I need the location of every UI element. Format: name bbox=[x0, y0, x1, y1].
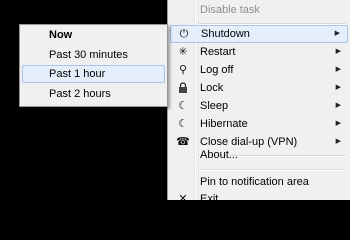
menu-item-label: Log off bbox=[200, 64, 234, 76]
restart-icon: ✳ bbox=[178, 46, 188, 58]
submenu-item-now[interactable]: Now bbox=[22, 26, 165, 44]
close-icon: ✕ bbox=[178, 193, 188, 205]
menu-separator bbox=[198, 169, 346, 171]
menu-separator bbox=[198, 23, 346, 25]
submenu-arrow-icon: ▶ bbox=[335, 84, 341, 91]
submenu-item-label: Past 1 hour bbox=[49, 68, 106, 80]
menu-item-label: Hibernate bbox=[200, 118, 248, 130]
menu-item-label: Pin to notification area bbox=[200, 176, 309, 188]
moon-icon: ☾ bbox=[178, 118, 188, 130]
menu-item-label: Exit bbox=[200, 193, 219, 205]
submenu-arrow-icon: ▶ bbox=[335, 120, 341, 127]
menu-item-hibernate[interactable]: ☾ Hibernate ▶ bbox=[170, 115, 348, 133]
moon-icon: ☾ bbox=[178, 100, 188, 112]
submenu-item-label: Now bbox=[49, 29, 73, 41]
key-icon: ⚲ bbox=[178, 64, 188, 76]
menu-item-log-off[interactable]: ⚲ Log off ▶ bbox=[170, 61, 348, 79]
submenu-arrow-icon: ▶ bbox=[335, 48, 341, 55]
menu-item-exit[interactable]: ✕ Exit bbox=[170, 190, 348, 208]
menu-item-label: Sleep bbox=[200, 100, 229, 112]
menu-item-about[interactable]: About... bbox=[170, 146, 348, 164]
submenu-item-past-2-hours[interactable]: Past 2 hours bbox=[22, 85, 165, 103]
submenu-item-label: Past 2 hours bbox=[49, 88, 111, 100]
submenu-arrow-icon: ▶ bbox=[335, 66, 341, 73]
menu-item-label: Shutdown bbox=[201, 28, 250, 40]
menu-item-label: Lock bbox=[200, 82, 224, 94]
menu-item-restart[interactable]: ✳ Restart ▶ bbox=[170, 43, 348, 61]
context-menu: Disable task ⏻ Shutdown ▶ ✳ Restart ▶ ⚲ … bbox=[167, 0, 350, 205]
power-icon: ⏻ bbox=[179, 28, 189, 40]
menu-item-disable-task: Disable task bbox=[170, 1, 348, 19]
menu-item-label: About... bbox=[200, 149, 238, 161]
submenu-item-label: Past 30 minutes bbox=[49, 49, 128, 61]
menu-item-sleep[interactable]: ☾ Sleep ▶ bbox=[170, 97, 348, 115]
menu-item-shutdown[interactable]: ⏻ Shutdown ▶ bbox=[170, 25, 348, 43]
menu-item-pin[interactable]: Pin to notification area bbox=[170, 173, 348, 191]
submenu-item-past-30-minutes[interactable]: Past 30 minutes bbox=[22, 46, 165, 64]
menu-item-label: Disable task bbox=[200, 4, 260, 16]
menu-item-lock[interactable]: Lock ▶ bbox=[170, 79, 348, 97]
submenu-arrow-icon: ▶ bbox=[334, 30, 340, 37]
submenu-item-past-1-hour[interactable]: Past 1 hour bbox=[22, 65, 165, 83]
submenu-arrow-icon: ▶ bbox=[335, 102, 341, 109]
menu-item-label: Restart bbox=[200, 46, 236, 58]
shutdown-submenu: Now Past 30 minutes Past 1 hour Past 2 h… bbox=[19, 24, 168, 107]
